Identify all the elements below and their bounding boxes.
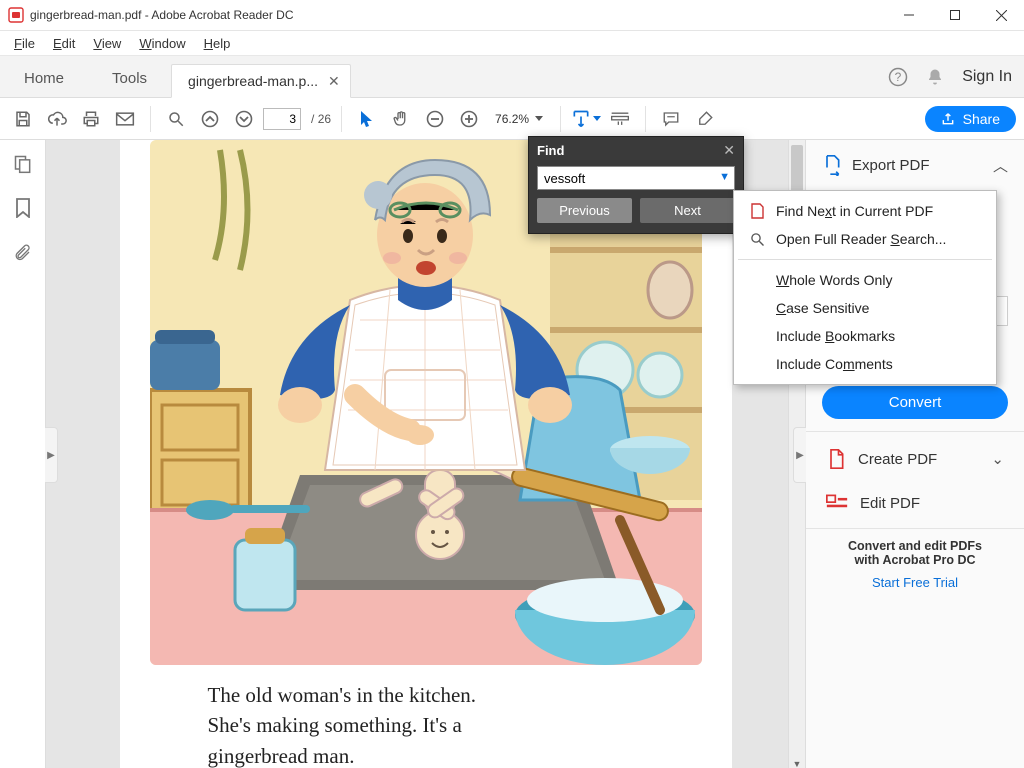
- pdf-icon: [748, 203, 766, 219]
- thumbnails-icon[interactable]: [13, 154, 33, 174]
- sign-in-button[interactable]: Sign In: [962, 68, 1012, 86]
- mail-icon[interactable]: [110, 104, 140, 134]
- tab-close-icon[interactable]: ✕: [328, 73, 340, 90]
- bookmark-icon[interactable]: [15, 198, 31, 218]
- edit-pdf-icon: [826, 494, 848, 512]
- search-icon[interactable]: [161, 104, 191, 134]
- toolbar: / 26 76.2% Share: [0, 98, 1024, 140]
- menu-case-sensitive[interactable]: Case Sensitive: [734, 294, 996, 322]
- tab-document[interactable]: gingerbread-man.p... ✕: [171, 64, 351, 98]
- find-close-icon[interactable]: ✕: [723, 142, 735, 159]
- left-nav-rail: [0, 140, 46, 768]
- cloud-upload-icon[interactable]: [42, 104, 72, 134]
- edit-pdf-item[interactable]: Edit PDF: [822, 482, 1008, 524]
- tab-home[interactable]: Home: [0, 60, 88, 97]
- bell-icon[interactable]: [926, 68, 944, 86]
- titlebar: gingerbread-man.pdf - Adobe Acrobat Read…: [0, 0, 1024, 31]
- highlight-icon[interactable]: [690, 104, 720, 134]
- menu-include-comments[interactable]: Include Comments: [734, 350, 996, 378]
- save-icon[interactable]: [8, 104, 38, 134]
- menu-include-bookmarks[interactable]: Include Bookmarks: [734, 322, 996, 350]
- comment-icon[interactable]: [656, 104, 686, 134]
- maximize-button[interactable]: [932, 0, 978, 30]
- hand-icon[interactable]: [386, 104, 416, 134]
- find-bar: Find ✕ ▼ Previous Next: [528, 136, 744, 234]
- menubar: FFileile Edit View Window Help: [0, 31, 1024, 56]
- chevron-down-icon: ⌄: [991, 450, 1004, 468]
- zoom-dropdown[interactable]: 76.2%: [488, 109, 550, 129]
- share-icon: [941, 112, 955, 126]
- find-next-button[interactable]: Next: [640, 198, 735, 223]
- search-icon: [748, 232, 766, 247]
- pointer-icon[interactable]: [352, 104, 382, 134]
- page-number-input[interactable]: [263, 108, 301, 130]
- minimize-button[interactable]: [886, 0, 932, 30]
- create-pdf-icon: [826, 448, 846, 470]
- export-pdf-header[interactable]: Export PDF ︿: [822, 154, 1008, 176]
- share-button[interactable]: Share: [925, 106, 1016, 132]
- scroll-down-icon[interactable]: ▼: [789, 756, 805, 768]
- find-options-toggle[interactable]: ▼: [719, 171, 730, 183]
- tab-tools[interactable]: Tools: [88, 60, 171, 97]
- help-icon[interactable]: ?: [888, 67, 908, 87]
- menu-file[interactable]: FFileile: [6, 34, 43, 53]
- close-button[interactable]: [978, 0, 1024, 30]
- find-input[interactable]: [537, 166, 735, 190]
- chevron-down-icon: [593, 116, 601, 121]
- pdf-app-icon: [8, 7, 24, 23]
- start-trial-link[interactable]: Start Free Trial: [806, 571, 1024, 602]
- convert-button[interactable]: Convert: [822, 386, 1008, 419]
- find-options-menu: Find Next in Current PDF Open Full Reade…: [733, 190, 997, 385]
- export-pdf-icon: [822, 154, 842, 176]
- page-content: The old woman's in the kitchen. She's ma…: [120, 140, 732, 768]
- menu-find-next-in-pdf[interactable]: Find Next in Current PDF: [734, 197, 996, 225]
- tab-document-label: gingerbread-man.p...: [188, 73, 318, 89]
- zoom-out-icon[interactable]: [420, 104, 450, 134]
- menu-window[interactable]: Window: [131, 34, 193, 53]
- chevron-down-icon: [535, 116, 543, 121]
- page-total: / 26: [311, 112, 331, 126]
- create-pdf-item[interactable]: Create PDF ⌄: [822, 436, 1008, 482]
- svg-text:?: ?: [895, 70, 902, 84]
- print-icon[interactable]: [76, 104, 106, 134]
- promo-text: Convert and edit PDFswith Acrobat Pro DC: [806, 529, 1024, 571]
- tab-row: Home Tools gingerbread-man.p... ✕ ? Sign…: [0, 56, 1024, 98]
- page-down-icon[interactable]: [229, 104, 259, 134]
- story-text: The old woman's in the kitchen. She's ma…: [208, 680, 638, 768]
- find-previous-button[interactable]: Previous: [537, 198, 632, 223]
- menu-view[interactable]: View: [85, 34, 129, 53]
- attachment-icon[interactable]: [14, 242, 32, 262]
- zoom-in-icon[interactable]: [454, 104, 484, 134]
- window-title: gingerbread-man.pdf - Adobe Acrobat Read…: [30, 8, 294, 22]
- document-area: The old woman's in the kitchen. She's ma…: [46, 140, 805, 768]
- menu-edit[interactable]: Edit: [45, 34, 83, 53]
- find-title: Find: [537, 143, 564, 158]
- menu-help[interactable]: Help: [196, 34, 239, 53]
- left-pane-toggle[interactable]: ▶: [45, 427, 58, 483]
- page-up-icon[interactable]: [195, 104, 225, 134]
- chevron-up-icon: ︿: [993, 155, 1008, 176]
- right-pane-toggle[interactable]: ▶: [793, 427, 806, 483]
- read-mode-icon[interactable]: [605, 104, 635, 134]
- menu-full-reader-search[interactable]: Open Full Reader Search...: [734, 225, 996, 253]
- fit-width-icon[interactable]: [571, 104, 601, 134]
- menu-whole-words[interactable]: Whole Words Only: [734, 266, 996, 294]
